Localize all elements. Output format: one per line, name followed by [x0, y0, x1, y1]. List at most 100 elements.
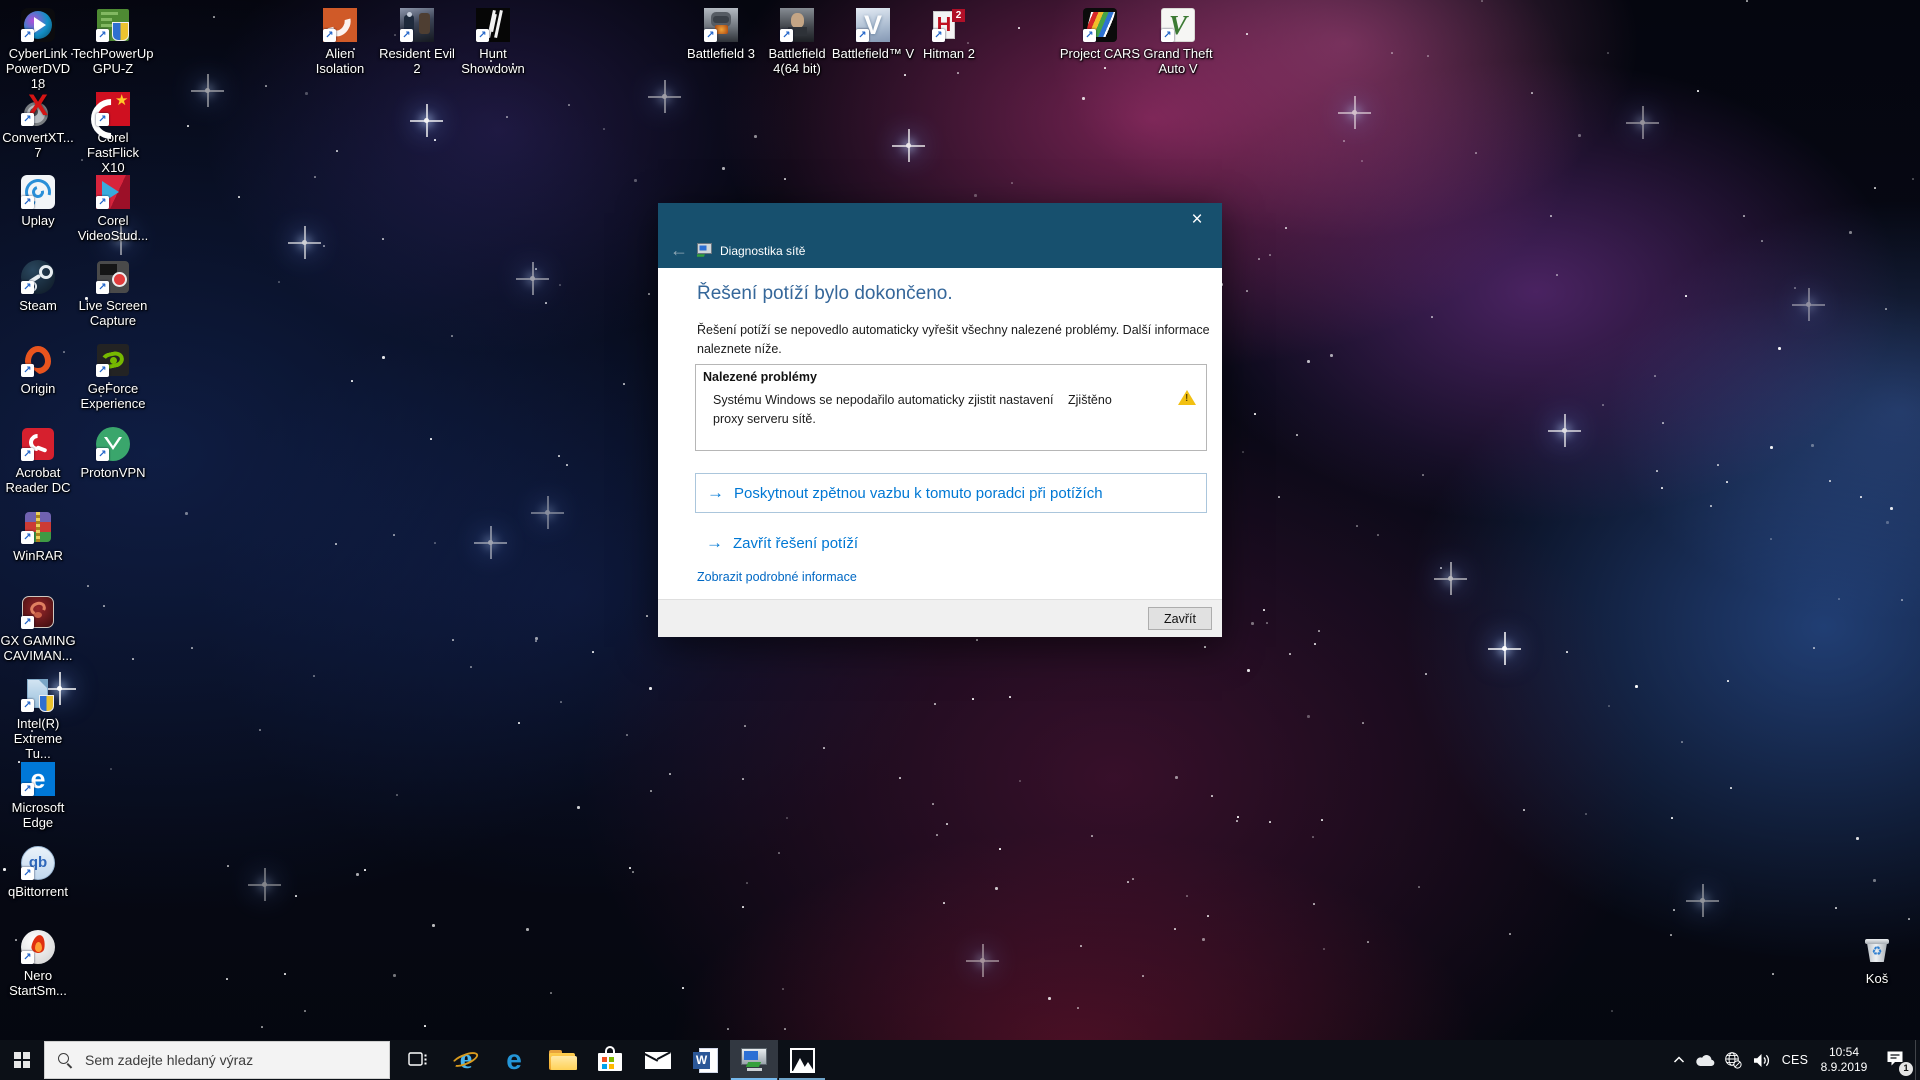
taskbar-photos-button[interactable] [778, 1040, 826, 1080]
shortcut-arrow-icon [21, 196, 34, 209]
desktop-icon-corel-fastflick[interactable]: ★CorelFastFlick X10 [75, 92, 151, 175]
desktop-icon-label: Koš [1866, 971, 1888, 986]
shortcut-arrow-icon [932, 29, 945, 42]
clock-date: 8.9.2019 [1821, 1060, 1868, 1075]
desktop-icon-nero[interactable]: NeroStartSm... [0, 930, 76, 998]
dialog-heading: Řešení potíží bylo dokončeno. [697, 283, 953, 305]
problem-line-2: proxy serveru sítě. [713, 412, 816, 426]
details-link[interactable]: Zobrazit podrobné informace [697, 570, 857, 584]
desktop-icon-battlefield-v[interactable]: VBattlefield™ V [830, 8, 916, 61]
taskbar-mail-button[interactable] [634, 1040, 682, 1080]
gx-gaming-icon [21, 595, 55, 629]
shortcut-arrow-icon [704, 29, 717, 42]
cyberlink-powerdvd-icon [21, 8, 55, 42]
arrow-icon [706, 533, 723, 553]
desktop-icon-hitman-2[interactable]: H2Hitman 2 [906, 8, 992, 61]
problems-box-header: Nalezené problémy [703, 370, 817, 384]
taskbar-network-diagnostics-button[interactable] [730, 1040, 778, 1080]
feedback-link-box[interactable]: Poskytnout zpětnou vazbu k tomuto poradc… [695, 473, 1207, 513]
desktop-icon-origin[interactable]: Origin [0, 343, 76, 396]
network-no-internet-icon[interactable] [1719, 1040, 1747, 1080]
taskbar-microsoft-store-button[interactable] [586, 1040, 634, 1080]
show-desktop-button[interactable] [1915, 1040, 1920, 1080]
desktop-icon-label: Intel(R)Extreme Tu... [0, 716, 76, 761]
search-input[interactable] [83, 1051, 389, 1069]
corel-videostudio-icon [96, 175, 130, 209]
onedrive-cloud-icon[interactable] [1691, 1040, 1719, 1080]
desktop-icon-acrobat-reader[interactable]: AcrobatReader DC [0, 427, 76, 495]
feedback-link[interactable]: Poskytnout zpětnou vazbu k tomuto poradc… [734, 485, 1103, 502]
shortcut-arrow-icon [21, 113, 34, 126]
tray-chevron-icon[interactable] [1667, 1040, 1691, 1080]
desktop-icon-microsoft-edge[interactable]: eMicrosoftEdge [0, 762, 76, 830]
dialog-body: Řešení potíží bylo dokončeno. Řešení pot… [658, 268, 1222, 600]
desktop-icon-label: Resident Evil2 [379, 46, 455, 76]
taskbar-edge-button[interactable]: e [490, 1040, 538, 1080]
desktop-icon-geforce-experience[interactable]: GeForceExperience [75, 343, 151, 411]
desktop-icon-recycle-bin[interactable]: ♻ Koš [1839, 933, 1915, 986]
desktop-icon-cyberlink-powerdvd[interactable]: CyberLinkPowerDVD 18 [0, 8, 76, 91]
taskbar-file-explorer-button[interactable] [538, 1040, 586, 1080]
taskbar-word-button[interactable]: W [682, 1040, 730, 1080]
shortcut-arrow-icon [323, 29, 336, 42]
close-button[interactable]: Zavřít [1148, 607, 1212, 630]
desktop-icon-label: GX GAMINGCAVIMAN... [0, 633, 75, 663]
close-troubleshooter-link[interactable]: Zavřít řešení potíží [733, 535, 858, 552]
shortcut-arrow-icon [1083, 29, 1096, 42]
language-indicator[interactable]: CES [1777, 1040, 1813, 1080]
desktop-icon-gpu-z[interactable]: TechPowerUpGPU-Z [75, 8, 151, 76]
desktop-icon-alien-isolation[interactable]: AlienIsolation [297, 8, 383, 76]
notification-badge: 1 [1899, 1062, 1913, 1076]
shortcut-arrow-icon [96, 281, 109, 294]
network-diagnostics-icon [697, 243, 714, 258]
desktop-icon-qbittorrent[interactable]: qbqBittorrent [0, 846, 76, 899]
desktop-icon-steam[interactable]: Steam [0, 260, 76, 313]
taskbar-internet-explorer-button[interactable]: e [442, 1040, 490, 1080]
desktop-icon-label: Live ScreenCapture [79, 298, 148, 328]
action-center-button[interactable]: 1 [1875, 1040, 1915, 1080]
origin-icon [21, 343, 55, 377]
microsoft-store-icon [594, 1044, 626, 1076]
shortcut-arrow-icon [21, 616, 34, 629]
search-box[interactable] [44, 1041, 390, 1079]
task-view-button[interactable] [394, 1040, 442, 1080]
close-icon[interactable] [1182, 207, 1212, 233]
clock[interactable]: 10:54 8.9.2019 [1813, 1040, 1875, 1080]
word-icon: W [690, 1044, 722, 1076]
desktop-icon-winrar[interactable]: WinRAR [0, 510, 76, 563]
desktop-icon-uplay[interactable]: Uplay [0, 175, 76, 228]
desktop-icon-label: TechPowerUpGPU-Z [73, 46, 154, 76]
warning-icon [1178, 390, 1196, 405]
desktop-icon-corel-videostudio[interactable]: CorelVideoStud... [75, 175, 151, 243]
taskbar-apps: ee W [442, 1040, 826, 1080]
speaker-icon[interactable] [1747, 1040, 1777, 1080]
desktop-icon-intel-xtu[interactable]: Intel(R)Extreme Tu... [0, 678, 76, 761]
shortcut-arrow-icon [96, 448, 109, 461]
desktop-icon-label: Grand TheftAuto V [1143, 46, 1212, 76]
nero-icon [21, 930, 55, 964]
dialog-title: Diagnostika sítě [720, 244, 805, 258]
desktop-icon-convertx[interactable]: XConvertXT...7 [0, 92, 76, 160]
desktop-icon-live-screen-capture[interactable]: Live ScreenCapture [75, 260, 151, 328]
start-button[interactable] [0, 1040, 44, 1080]
desktop-icon-battlefield-3[interactable]: Battlefield 3 [678, 8, 764, 61]
shortcut-arrow-icon [21, 531, 34, 544]
back-arrow-icon[interactable] [670, 239, 692, 261]
desktop-icon-battlefield-4[interactable]: Battlefield4(64 bit) [754, 8, 840, 76]
desktop-icon-label: CyberLinkPowerDVD 18 [0, 46, 76, 91]
desktop-icon-label: AcrobatReader DC [5, 465, 70, 495]
desktop-icon-project-cars[interactable]: Project CARS [1057, 8, 1143, 61]
desktop-icon-gta-v[interactable]: V Grand TheftAuto V [1135, 8, 1221, 76]
battlefield-4-icon [780, 8, 814, 42]
desktop-icon-gx-gaming[interactable]: GX GAMINGCAVIMAN... [0, 595, 76, 663]
desktop-icon-label: AlienIsolation [316, 46, 364, 76]
recycle-bin-icon: ♻ [1860, 933, 1894, 967]
close-troubleshooter-row[interactable]: Zavřít řešení potíží [695, 531, 858, 555]
desktop-icon-label: ConvertXT...7 [2, 130, 74, 160]
desktop-icon-protonvpn[interactable]: ProtonVPN [75, 427, 151, 480]
problem-text: Systému Windows se nepodařilo automatick… [713, 391, 1065, 430]
gta-v-icon: V [1161, 8, 1195, 42]
desktop-icon-hunt-showdown[interactable]: HuntShowdown [450, 8, 536, 76]
hitman-2-icon: H2 [932, 8, 966, 42]
desktop-icon-resident-evil-2[interactable]: Resident Evil2 [374, 8, 460, 76]
